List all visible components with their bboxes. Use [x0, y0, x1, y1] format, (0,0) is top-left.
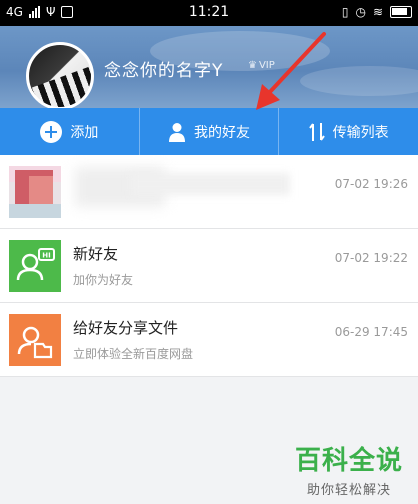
contact-avatar: [9, 166, 61, 218]
item-time: 07-02 19:22: [334, 251, 408, 265]
alarm-icon: ◷: [355, 5, 366, 19]
transfer-list-label: 传输列表: [332, 124, 389, 141]
item-title: 给好友分享文件: [73, 319, 179, 337]
new-friend-icon: HI: [9, 240, 61, 292]
status-right: ▯ ◷ ≋: [342, 5, 412, 19]
item-title: 新好友: [73, 245, 119, 263]
username: 念念你的名字Y: [104, 61, 224, 81]
item-subtitle: 立即体验全新百度网盘: [73, 347, 194, 361]
transfer-arrows-icon: [308, 122, 325, 141]
item-time: 06-29 17:45: [334, 325, 408, 339]
list-item[interactable]: HI 新好友 加你为好友 07-02 19:22: [0, 229, 418, 303]
watermark: 百科全说 助你轻松解决: [288, 440, 410, 498]
person-icon: [169, 122, 185, 142]
vip-label: VIP: [258, 60, 275, 71]
item-subtitle: 加你为好友: [73, 273, 134, 287]
share-file-icon: [9, 314, 61, 366]
header-cloud: [300, 66, 418, 96]
add-label: 添加: [70, 124, 99, 141]
my-friends-button[interactable]: 我的好友: [138, 108, 279, 155]
battery-icon: [390, 6, 412, 18]
status-bar: 4G Ψ 11:21 ▯ ◷ ≋: [0, 0, 418, 26]
item-time: 07-02 19:26: [334, 177, 408, 191]
add-button[interactable]: 添加: [0, 108, 139, 155]
avatar[interactable]: [26, 42, 94, 108]
profile-header: 念念你的名字Y ♛ VIP: [0, 26, 418, 108]
vip-badge: ♛ VIP: [248, 60, 275, 71]
my-friends-label: 我的好友: [194, 124, 250, 141]
list-item[interactable]: 给好友分享文件 立即体验全新百度网盘 06-29 17:45: [0, 303, 418, 377]
list-item[interactable]: 07-02 19:26: [0, 155, 418, 229]
vibrate-icon: ▯: [341, 5, 349, 19]
watermark-subtitle: 助你轻松解决: [306, 483, 391, 498]
message-list: 07-02 19:26 HI 新好友 加你为好友 07-02 19:22 给好友…: [0, 155, 418, 377]
blurred-message: [130, 173, 290, 195]
piano-keys-image: [29, 62, 91, 107]
svg-text:HI: HI: [42, 252, 50, 260]
toolbar: 添加 我的好友 传输列表: [0, 108, 418, 155]
crown-icon: ♛: [248, 60, 257, 71]
wifi-icon: ≋: [372, 5, 383, 19]
watermark-title: 百科全说: [294, 446, 403, 476]
plus-icon: [40, 120, 63, 143]
transfer-list-button[interactable]: 传输列表: [278, 108, 418, 155]
